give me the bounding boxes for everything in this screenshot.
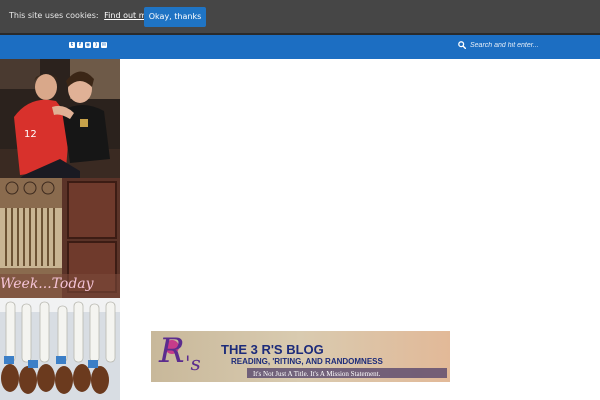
two-boys-photo[interactable]: 12: [0, 59, 120, 178]
thumbnail-caption: Week...Today: [0, 276, 94, 292]
banner-title: THE 3 R'S BLOG: [221, 342, 324, 357]
bowling-pins-photo[interactable]: [0, 298, 120, 400]
cookie-message: This site uses cookies: Find out more.: [9, 11, 162, 20]
twitter-icon[interactable]: t: [69, 42, 75, 48]
svg-text:12: 12: [24, 129, 37, 140]
banner-logo-r: R: [159, 331, 185, 371]
banner-motto: It's Not Just A Title. It's A Mission St…: [253, 370, 381, 378]
accept-cookies-button[interactable]: Okay, thanks: [144, 7, 206, 27]
banner-logo-s: 's: [185, 351, 201, 375]
facebook-icon[interactable]: f: [77, 42, 83, 48]
search-input[interactable]: [470, 40, 570, 51]
instagram-icon[interactable]: ◉: [85, 42, 91, 48]
rss-icon[interactable]: ): [93, 42, 99, 48]
email-icon[interactable]: ✉: [101, 42, 107, 48]
cookie-bar: This site uses cookies: Find out more. O…: [0, 0, 600, 33]
blog-banner[interactable]: R 's THE 3 R'S BLOG READING, 'RITING, AN…: [151, 331, 450, 382]
search-icon[interactable]: [458, 41, 466, 49]
banner-subtitle: READING, 'RITING, AND RANDOMNESS: [231, 357, 383, 366]
cookie-message-text: This site uses cookies:: [9, 11, 99, 20]
